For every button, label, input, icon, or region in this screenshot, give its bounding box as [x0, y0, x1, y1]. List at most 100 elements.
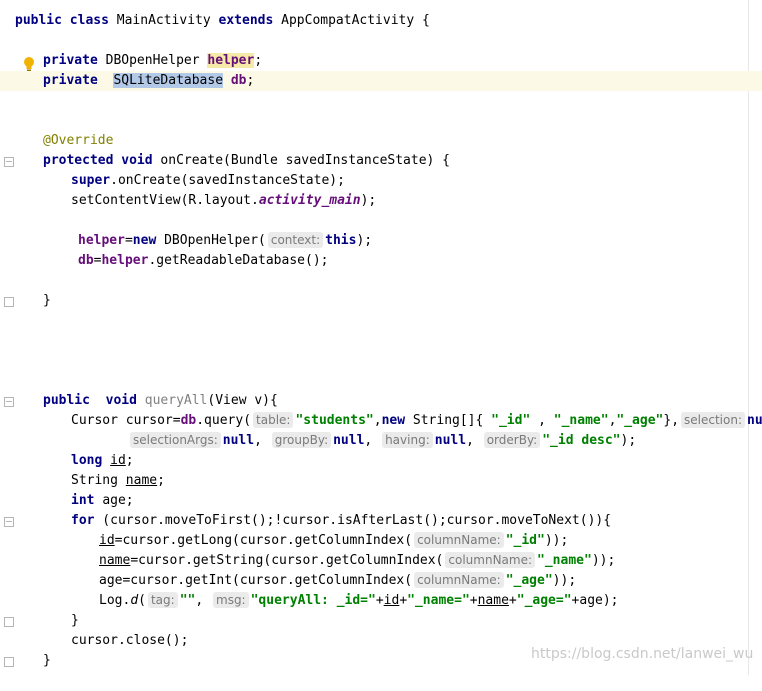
type-name: DBOpenHelper [105, 53, 200, 68]
code-line-for[interactable]: for (cursor.moveToFirst();!cursor.isAfte… [0, 511, 762, 531]
string-literal: "_id" [491, 413, 531, 428]
param-hint: columnName: [414, 532, 504, 548]
plus: + [375, 593, 384, 608]
keyword: null [222, 433, 255, 448]
call-suffix: )); [544, 533, 569, 548]
keyword: private [43, 73, 98, 88]
call-prefix: =cursor.getString(cursor.getColumnIndex( [130, 553, 444, 568]
var-age: age [579, 593, 603, 608]
assign-op: = [124, 233, 133, 248]
call-end: ); [620, 433, 637, 448]
keyword: new [132, 233, 157, 248]
cursor-close-call: cursor.close(); [71, 633, 189, 648]
class-name: MainActivity [116, 13, 211, 28]
call-suffix: )); [591, 553, 616, 568]
param-hint: orderBy: [483, 432, 541, 448]
code-line-db-assign[interactable]: db=helper.getReadableDatabase(); [0, 251, 762, 271]
decl-prefix: Cursor cursor= [71, 413, 181, 428]
type-name: String [71, 473, 118, 488]
var-name: name [125, 473, 158, 488]
comma: , [254, 433, 262, 448]
code-line-close-oncreate[interactable]: } [0, 291, 762, 311]
plus: + [469, 593, 478, 608]
var-id: id [110, 453, 126, 468]
keyword: void [121, 153, 153, 168]
keyword: protected [43, 153, 114, 168]
code-line-helper-assign[interactable]: helper=new DBOpenHelper(context: this); [0, 231, 762, 251]
separator: , [530, 413, 554, 428]
keyword: void [105, 393, 137, 408]
param-hint: selection: [681, 412, 746, 428]
array-type: String[]{ [405, 413, 492, 428]
array-close: }, [663, 413, 680, 428]
code-line-queryall[interactable]: public void queryAll(View v){ [0, 391, 762, 411]
field-helper: helper [101, 253, 149, 268]
call-prefix: =cursor.getLong(cursor.getColumnIndex( [114, 533, 413, 548]
var-id: id [383, 593, 400, 608]
code-line-string-decl[interactable]: String name; [0, 471, 762, 491]
code-line-age-assign[interactable]: age=cursor.getInt(cursor.getColumnIndex(… [0, 571, 762, 591]
call-suffix: ); [360, 193, 377, 208]
code-line-id-assign[interactable]: id=cursor.getLong(cursor.getColumnIndex(… [0, 531, 762, 551]
string-literal: "_age=" [516, 593, 572, 608]
method-signature: (View v){ [207, 393, 278, 408]
superclass-name: AppCompatActivity [281, 13, 415, 28]
close-brace: } [43, 653, 51, 668]
code-line-cursor-query-cont[interactable]: selectionArgs: null, groupBy: null, having… [0, 431, 762, 451]
param-hint: tag: [147, 592, 178, 608]
code-line-field-db[interactable]: private SQLiteDatabase db; [0, 71, 762, 91]
semicolon: ; [157, 473, 165, 488]
close-brace: } [43, 293, 51, 308]
string-literal: "_name" [553, 413, 609, 428]
code-line-int-decl[interactable]: int age; [0, 491, 762, 511]
string-literal: "_id desc" [542, 433, 621, 448]
param-hint: columnName: [445, 552, 536, 568]
code-line-oncreate[interactable]: protected void onCreate(Bundle savedInst… [0, 151, 762, 171]
string-literal: "" [179, 593, 196, 608]
code-line-long-decl[interactable]: long id; [0, 451, 762, 471]
call-suffix: .getReadableDatabase(); [148, 253, 329, 268]
ctor-call: DBOpenHelper( [156, 233, 266, 248]
keyword: super [71, 173, 111, 188]
code-line-log[interactable]: Log.d(tag: "", msg: "queryAll: _id="+id+"_… [0, 591, 762, 611]
keyword: new [381, 413, 406, 428]
code-line-annotation[interactable]: @Override [0, 131, 762, 151]
code-line-field-helper[interactable]: private DBOpenHelper helper; [0, 51, 762, 71]
plus: + [399, 593, 408, 608]
var-age: age [102, 493, 126, 508]
keyword: int [71, 493, 95, 508]
keyword: for [71, 513, 95, 528]
layout-field: activity_main [258, 193, 361, 208]
keyword: class [69, 13, 109, 28]
code-line-class-decl[interactable]: public class MainActivity extends AppCom… [0, 11, 762, 31]
brace: { [422, 13, 430, 28]
var-id: id [99, 533, 115, 548]
keyword: null [333, 433, 365, 448]
param-hint: having: [382, 432, 433, 448]
string-literal: "_id" [505, 533, 545, 548]
keyword: null [434, 433, 467, 448]
log-class: Log. [99, 593, 131, 608]
keyword: public [43, 393, 90, 408]
keyword: null [747, 413, 762, 428]
code-line-cursor-query[interactable]: Cursor cursor=db.query(table: "students",… [0, 411, 762, 431]
param-hint: table: [253, 412, 294, 428]
keyword: long [71, 453, 103, 468]
comma: , [364, 433, 373, 448]
keyword: private [43, 53, 98, 68]
comma: , [466, 433, 474, 448]
call-prefix: setContentView(R.layout. [71, 193, 259, 208]
string-literal: "students" [295, 413, 374, 428]
semicolon: ; [125, 453, 134, 468]
string-literal: "_age" [616, 413, 664, 428]
code-line-close-for[interactable]: } [0, 611, 762, 631]
code-line-name-assign[interactable]: name=cursor.getString(cursor.getColumnIn… [0, 551, 762, 571]
code-line-super-call[interactable]: super.onCreate(savedInstanceState); [0, 171, 762, 191]
string-literal: "_age" [505, 573, 553, 588]
for-header: (cursor.moveToFirst();!cursor.isAfterLas… [94, 513, 612, 528]
code-line-setcontentview[interactable]: setContentView(R.layout.activity_main); [0, 191, 762, 211]
close-brace: } [71, 613, 79, 628]
var-name: name [99, 553, 131, 568]
method-name-unused: queryAll [144, 393, 208, 408]
keyword: this [325, 233, 357, 248]
